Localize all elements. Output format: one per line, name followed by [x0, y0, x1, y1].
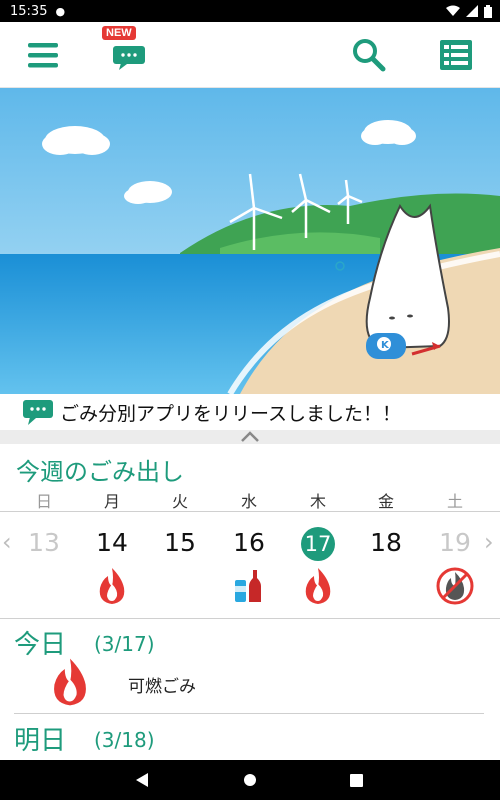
weekday-wed: 水: [240, 492, 257, 511]
weekday-tue: 火: [171, 492, 188, 511]
week-title: 今週のごみ出し: [16, 458, 184, 486]
chat-bubble-icon: [113, 46, 145, 70]
tomorrow-heading: 明日: [14, 726, 67, 756]
back-button[interactable]: [132, 770, 152, 790]
recents-icon: [349, 773, 363, 787]
burnable-fire-icon[interactable]: [298, 566, 338, 606]
weekday-sun: 日: [35, 492, 52, 511]
today-date: (3/17): [94, 632, 155, 656]
cans-bottles-icon[interactable]: [229, 566, 269, 606]
news-button[interactable]: NEW: [102, 26, 152, 78]
home-icon: [244, 774, 256, 786]
app-toolbar: NEW: [0, 22, 500, 88]
collapse-handle[interactable]: [0, 430, 500, 444]
tomorrow-date: (3/18): [94, 728, 155, 752]
status-bar: 15:35 ●: [0, 0, 500, 22]
garbage-icon-row: [0, 566, 500, 610]
battery-icon: [484, 4, 492, 18]
beach-illustration: K: [0, 88, 500, 394]
notification-icon: ●: [55, 4, 66, 18]
banner-image[interactable]: K: [0, 88, 500, 394]
back-icon: [136, 773, 148, 787]
chevron-up-icon: [241, 431, 259, 442]
date-cell[interactable]: 19: [430, 528, 480, 557]
weekday-fri: 金: [377, 492, 394, 511]
list-button[interactable]: [433, 32, 479, 78]
menu-button[interactable]: [20, 32, 66, 78]
weekday-header: 日 月 火 水 木 金 土: [0, 486, 500, 512]
today-garbage-label: 可燃ごみ: [128, 677, 196, 697]
recents-button[interactable]: [346, 770, 366, 790]
search-icon: [353, 39, 386, 72]
burnable-fire-icon: [54, 658, 86, 706]
burnable-fire-icon[interactable]: [92, 566, 132, 606]
divider: [0, 618, 500, 619]
news-item[interactable]: ごみ分別アプリをリリースしました！！: [0, 394, 500, 430]
new-badge: NEW: [102, 26, 136, 40]
weekday-thu: 木: [309, 492, 326, 511]
date-cell[interactable]: 18: [361, 528, 411, 557]
cellular-icon: [466, 5, 478, 17]
weekday-mon: 月: [103, 492, 120, 511]
date-cell[interactable]: 13: [19, 528, 69, 557]
svg-text:K: K: [381, 340, 390, 351]
date-cell[interactable]: 14: [87, 528, 137, 557]
wifi-icon: [446, 5, 460, 16]
non-burnable-icon[interactable]: [435, 566, 475, 606]
search-button[interactable]: [346, 32, 392, 78]
prev-week-arrow[interactable]: ‹: [2, 528, 12, 556]
divider: [14, 713, 484, 714]
next-week-arrow[interactable]: ›: [484, 528, 494, 556]
news-text: ごみ分別アプリをリリースしました！！: [60, 402, 402, 425]
home-button[interactable]: [240, 770, 260, 790]
date-row: ‹ 13 14 15 16 17 18 19 ›: [0, 524, 500, 564]
system-nav-bar: [0, 760, 500, 800]
status-icons: [446, 4, 492, 18]
hamburger-menu-icon: [28, 43, 58, 68]
chat-bubble-icon: [23, 400, 53, 425]
date-cell[interactable]: 15: [155, 528, 205, 557]
date-cell-today[interactable]: 17: [301, 527, 335, 561]
date-cell[interactable]: 16: [224, 528, 274, 557]
weekday-sat: 土: [446, 492, 463, 511]
status-time: 15:35: [10, 3, 48, 19]
list-icon: [440, 40, 472, 70]
